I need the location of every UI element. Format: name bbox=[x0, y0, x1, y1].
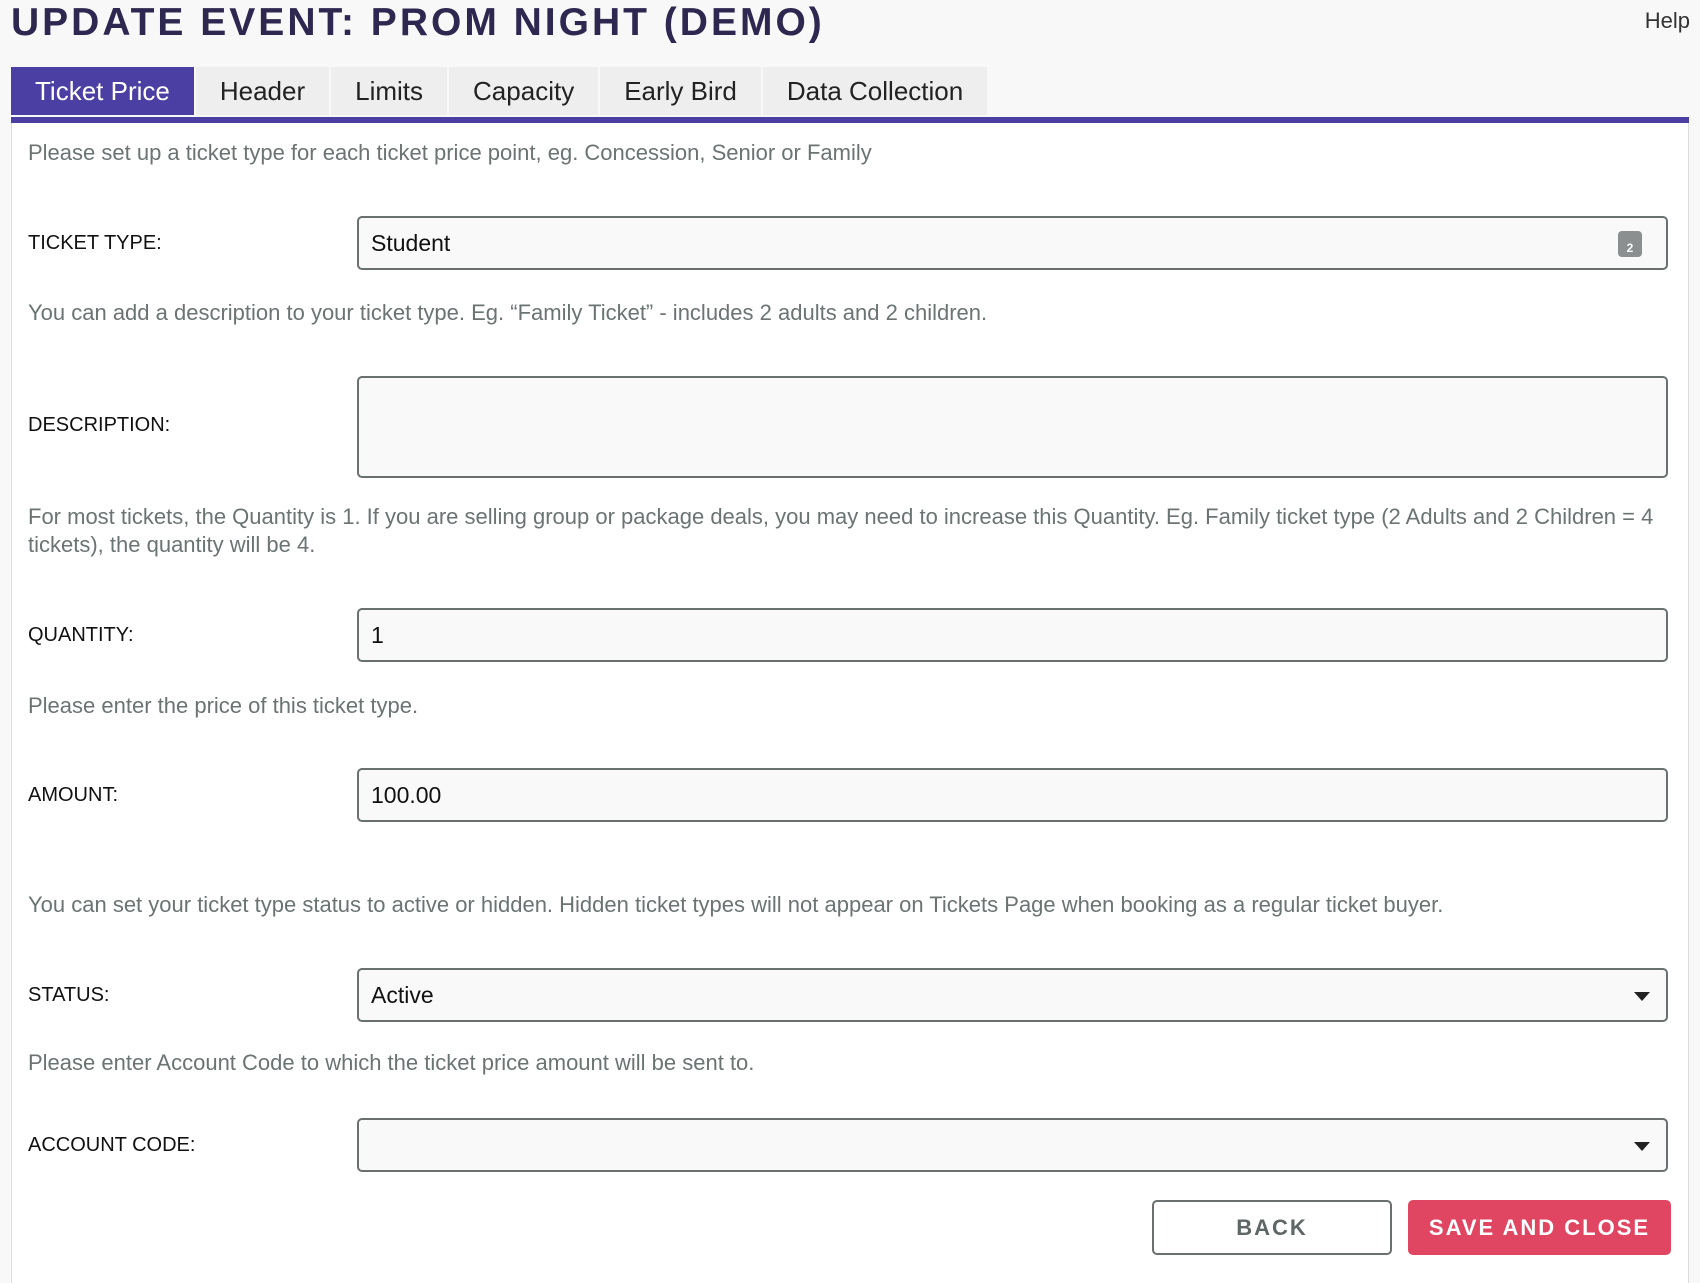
amount-help: Please enter the price of this ticket ty… bbox=[28, 693, 419, 718]
quantity-input[interactable]: 1 bbox=[357, 608, 1668, 662]
tab-ticket-price[interactable]: Ticket Price bbox=[11, 67, 194, 115]
page-title: UPDATE EVENT: PROM NIGHT (DEMO) bbox=[11, 1, 825, 44]
ticket-type-value: Student bbox=[371, 229, 451, 256]
status-value: Active bbox=[371, 981, 434, 1008]
description-help: You can add a description to your ticket… bbox=[28, 300, 988, 325]
intro-text: Please set up a ticket type for each tic… bbox=[28, 140, 872, 165]
status-help: You can set your ticket type status to a… bbox=[28, 892, 1444, 917]
status-select[interactable]: Active bbox=[357, 968, 1668, 1022]
description-label: DESCRIPTION: bbox=[28, 414, 171, 436]
description-textarea[interactable] bbox=[357, 376, 1668, 478]
status-label: STATUS: bbox=[28, 984, 110, 1006]
ticket-type-input[interactable]: Student 2 bbox=[357, 216, 1668, 270]
keyboard-autofill-icon[interactable]: 2 bbox=[1618, 231, 1642, 257]
tab-capacity[interactable]: Capacity bbox=[449, 67, 599, 115]
amount-label: AMOUNT: bbox=[28, 784, 118, 806]
quantity-help: For most tickets, the Quantity is 1. If … bbox=[28, 504, 1654, 557]
chevron-down-icon bbox=[1634, 992, 1650, 1001]
save-and-close-button[interactable]: SAVE AND CLOSE bbox=[1408, 1200, 1671, 1255]
tab-header[interactable]: Header bbox=[195, 67, 330, 115]
amount-input[interactable]: 100.00 bbox=[357, 768, 1668, 822]
back-button[interactable]: BACK bbox=[1152, 1200, 1392, 1255]
account-code-label: ACCOUNT CODE: bbox=[28, 1134, 196, 1156]
account-code-select[interactable] bbox=[357, 1118, 1668, 1172]
help-link[interactable]: Help bbox=[1645, 8, 1690, 34]
quantity-label: QUANTITY: bbox=[28, 624, 134, 646]
account-code-help: Please enter Account Code to which the t… bbox=[28, 1050, 755, 1075]
tab-limits[interactable]: Limits bbox=[331, 67, 448, 115]
tab-data-collection[interactable]: Data Collection bbox=[762, 67, 988, 115]
tab-bar: Ticket Price Header Limits Capacity Earl… bbox=[11, 67, 989, 115]
chevron-down-icon bbox=[1634, 1142, 1650, 1151]
tab-early-bird[interactable]: Early Bird bbox=[600, 67, 761, 115]
ticket-type-label: TICKET TYPE: bbox=[28, 232, 162, 254]
